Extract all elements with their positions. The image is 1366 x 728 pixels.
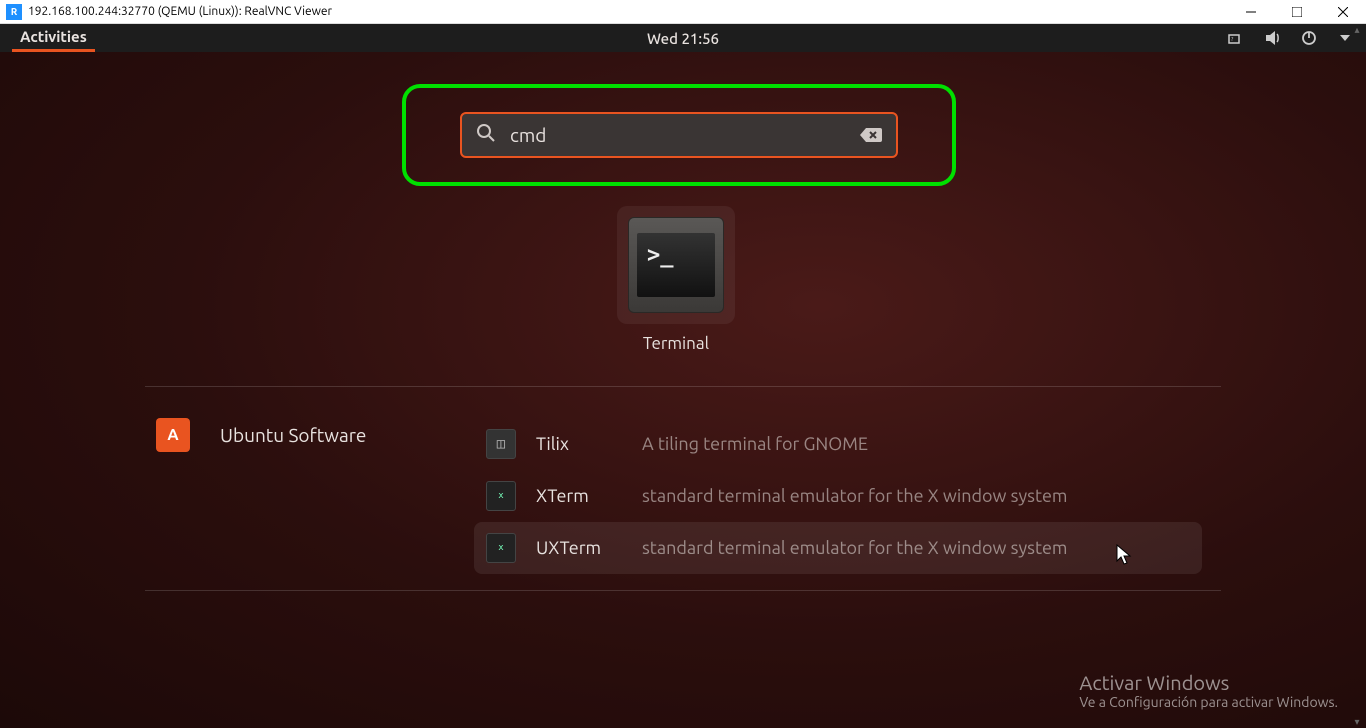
software-result-name: UXTerm bbox=[536, 538, 622, 558]
results-divider-top bbox=[145, 386, 1221, 387]
scroll-down-icon[interactable]: ▾ bbox=[1354, 716, 1359, 728]
terminal-prompt-glyph: >_ bbox=[637, 233, 715, 297]
scroll-up-icon[interactable]: ▴ bbox=[1354, 24, 1359, 36]
clear-search-icon[interactable] bbox=[860, 126, 882, 144]
power-icon[interactable] bbox=[1300, 29, 1318, 47]
input-source-icon[interactable]: ? bbox=[1228, 29, 1246, 47]
software-result-xterm[interactable]: x XTerm standard terminal emulator for t… bbox=[474, 470, 1202, 522]
windows-activation-watermark: Activar Windows Ve a Configuración para … bbox=[1079, 671, 1338, 710]
window-maximize-button[interactable] bbox=[1274, 0, 1320, 24]
activities-search-box[interactable] bbox=[460, 112, 898, 158]
uxterm-icon: x bbox=[486, 533, 516, 563]
search-highlight-box bbox=[402, 84, 956, 186]
svg-text:?: ? bbox=[1231, 36, 1234, 43]
software-result-name: XTerm bbox=[536, 486, 622, 506]
software-result-desc: A tiling terminal for GNOME bbox=[642, 434, 868, 454]
terminal-app-label: Terminal bbox=[596, 334, 756, 353]
tilix-icon: ◫ bbox=[486, 429, 516, 459]
window-minimize-button[interactable] bbox=[1228, 0, 1274, 24]
host-scrollbar[interactable]: ▴ ▾ bbox=[1350, 24, 1364, 728]
ubuntu-desktop: Activities Wed 21:56 ? bbox=[0, 24, 1366, 728]
search-input[interactable] bbox=[510, 124, 846, 146]
software-result-desc: standard terminal emulator for the X win… bbox=[642, 538, 1067, 558]
panel-status-area[interactable]: ? bbox=[1228, 29, 1354, 47]
ubuntu-software-section-header: A Ubuntu Software bbox=[156, 418, 366, 452]
results-divider-bottom bbox=[145, 590, 1221, 591]
software-result-tilix[interactable]: ◫ Tilix A tiling terminal for GNOME bbox=[474, 418, 1202, 470]
watermark-title: Activar Windows bbox=[1079, 671, 1338, 694]
software-results-list: ◫ Tilix A tiling terminal for GNOME x XT… bbox=[474, 418, 1202, 574]
search-icon bbox=[476, 123, 496, 147]
activities-button[interactable]: Activities bbox=[12, 24, 95, 52]
volume-icon[interactable] bbox=[1264, 29, 1282, 47]
xterm-icon: x bbox=[486, 481, 516, 511]
gnome-top-panel: Activities Wed 21:56 ? bbox=[0, 24, 1366, 52]
vnc-host-titlebar: R 192.168.100.244:32770 (QEMU (Linux)): … bbox=[0, 0, 1366, 24]
ubuntu-software-label: Ubuntu Software bbox=[220, 424, 366, 446]
window-close-button[interactable] bbox=[1320, 0, 1366, 24]
app-result-terminal[interactable]: >_ Terminal bbox=[596, 206, 756, 353]
terminal-app-tile[interactable]: >_ bbox=[617, 206, 735, 324]
terminal-icon: >_ bbox=[628, 217, 724, 313]
software-result-desc: standard terminal emulator for the X win… bbox=[642, 486, 1067, 506]
software-result-name: Tilix bbox=[536, 434, 622, 454]
ubuntu-software-icon: A bbox=[156, 418, 190, 452]
watermark-subtitle: Ve a Configuración para activar Windows. bbox=[1079, 694, 1338, 710]
software-result-uxterm[interactable]: x UXTerm standard terminal emulator for … bbox=[474, 522, 1202, 574]
vnc-host-title: 192.168.100.244:32770 (QEMU (Linux)): Re… bbox=[28, 5, 1228, 18]
realvnc-icon: R bbox=[6, 4, 22, 20]
panel-clock[interactable]: Wed 21:56 bbox=[647, 30, 719, 47]
